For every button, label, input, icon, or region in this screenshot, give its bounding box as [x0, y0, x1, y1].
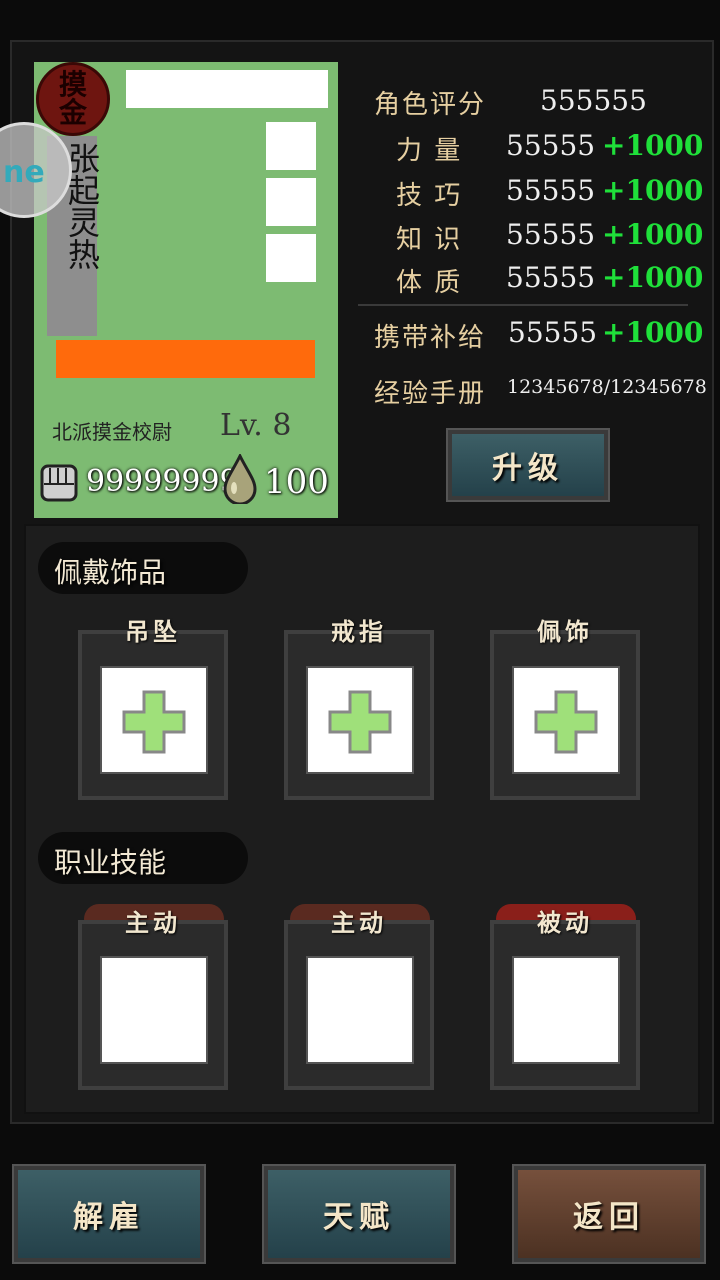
exp-label: 经验手册	[374, 379, 487, 409]
stat-label-constitution: 体 质	[396, 268, 463, 298]
accessory-slot-pendant[interactable]	[100, 666, 208, 774]
floating-assist-text: ne	[3, 155, 45, 190]
stat-bonus-strength: +1000	[602, 129, 704, 162]
stat-bonus-knowledge: +1000	[602, 218, 704, 251]
rating-value: 555555	[540, 84, 647, 117]
accessories-title: 佩戴饰品	[54, 556, 167, 589]
stat-value-constitution: 55555	[506, 261, 596, 294]
supply-drop-icon	[223, 454, 257, 504]
stats-divider	[358, 304, 688, 306]
skills-title: 职业技能	[54, 846, 167, 879]
stat-value-skill: 55555	[506, 174, 596, 207]
talent-button[interactable]: 天赋	[262, 1164, 456, 1264]
carry-label: 携带补给	[374, 323, 487, 353]
skill-slot-2[interactable]	[306, 956, 414, 1064]
stat-label-knowledge: 知 识	[396, 225, 463, 255]
add-plus-icon	[122, 690, 186, 754]
class-seal-icon: 摸金	[36, 62, 110, 136]
stat-value-knowledge: 55555	[506, 218, 596, 251]
badge-placeholder-2	[266, 178, 316, 226]
carry-bonus: +1000	[602, 316, 704, 349]
add-plus-icon	[328, 690, 392, 754]
name-plate-placeholder	[126, 70, 328, 108]
skill-slot-1[interactable]	[100, 956, 208, 1064]
carry-value: 55555	[508, 316, 598, 349]
accessory-label-pendant: 吊坠	[125, 617, 181, 646]
exp-value: 12345678/12345678	[507, 376, 707, 398]
rating-label: 角色评分	[374, 90, 487, 120]
accessory-label-ornament: 佩饰	[537, 617, 593, 646]
stat-label-skill: 技 巧	[396, 181, 463, 211]
dismiss-button[interactable]: 解雇	[12, 1164, 206, 1264]
accessory-slot-ornament[interactable]	[512, 666, 620, 774]
accessory-slot-ring[interactable]	[306, 666, 414, 774]
stat-label-strength: 力 量	[396, 136, 463, 166]
health-bar	[56, 340, 315, 378]
character-title: 北派摸金校尉	[52, 420, 172, 444]
skill-label-2: 主动	[331, 908, 387, 937]
fist-icon	[40, 464, 78, 502]
seal-text: 摸金	[58, 68, 87, 129]
stat-bonus-skill: +1000	[602, 174, 704, 207]
upgrade-button[interactable]: 升级	[446, 428, 610, 502]
stat-value-strength: 55555	[506, 129, 596, 162]
skill-slot-3[interactable]	[512, 956, 620, 1064]
add-plus-icon	[534, 690, 598, 754]
character-level: Lv. 8	[220, 408, 292, 443]
accessory-label-ring: 戒指	[331, 617, 387, 646]
skill-label-3: 被动	[537, 908, 593, 937]
skill-label-1: 主动	[125, 908, 181, 937]
stat-bonus-constitution: +1000	[602, 261, 704, 294]
back-button[interactable]: 返回	[512, 1164, 706, 1264]
money-amount: 99999999	[86, 464, 239, 499]
badge-placeholder-3	[266, 234, 316, 282]
badge-placeholder-1	[266, 122, 316, 170]
supply-amount: 100	[264, 462, 329, 502]
